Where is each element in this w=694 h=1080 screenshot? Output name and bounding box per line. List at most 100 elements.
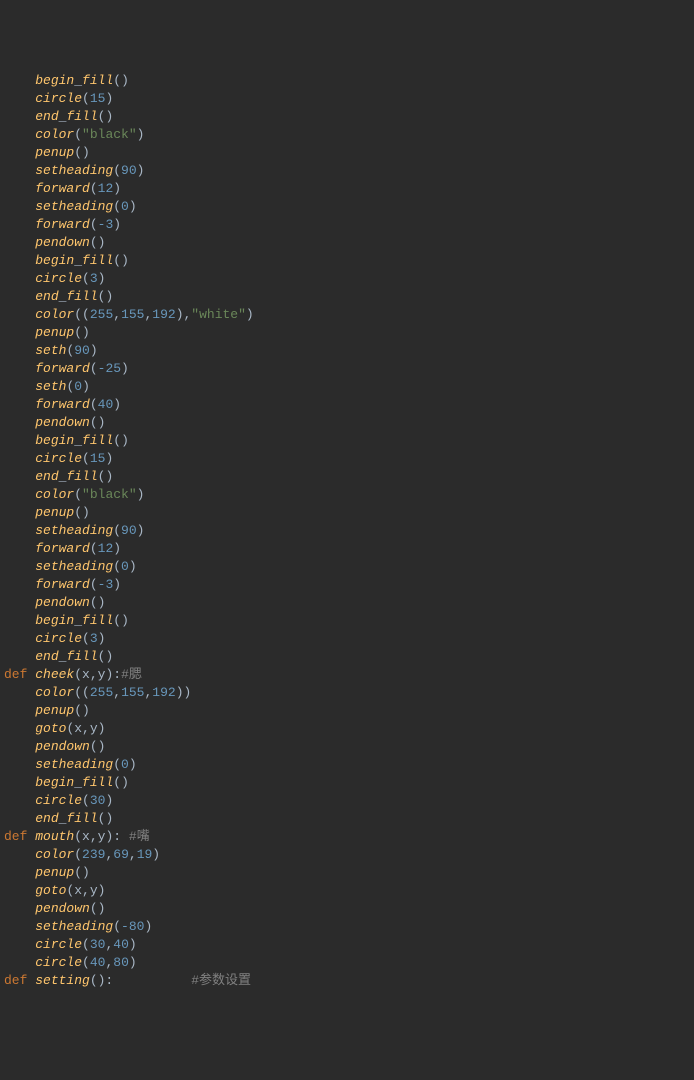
token-fn: begin xyxy=(35,73,74,88)
code-line[interactable]: forward(40) xyxy=(4,396,694,414)
code-line[interactable]: forward(-3) xyxy=(4,216,694,234)
token-punct: _ xyxy=(74,775,82,790)
code-line[interactable]: end_fill() xyxy=(4,648,694,666)
token-punct: ) xyxy=(152,847,160,862)
code-line[interactable]: penup() xyxy=(4,504,694,522)
code-line[interactable]: begin_fill() xyxy=(4,252,694,270)
code-line[interactable]: end_fill() xyxy=(4,810,694,828)
token-punct: () xyxy=(98,811,114,826)
token-num: 30 xyxy=(90,793,106,808)
token-num: -3 xyxy=(98,217,114,232)
code-line[interactable]: pendown() xyxy=(4,900,694,918)
token-num: 40 xyxy=(98,397,114,412)
code-line[interactable]: forward(12) xyxy=(4,180,694,198)
code-line[interactable]: goto(x,y) xyxy=(4,720,694,738)
code-line[interactable]: end_fill() xyxy=(4,468,694,486)
token-num: -80 xyxy=(121,919,144,934)
token-fn: forward xyxy=(35,577,90,592)
code-line[interactable]: penup() xyxy=(4,864,694,882)
code-line[interactable]: setheading(90) xyxy=(4,162,694,180)
token-param: x xyxy=(82,829,90,844)
code-line[interactable]: color((255,155,192),"white") xyxy=(4,306,694,324)
token-punct: ( xyxy=(74,667,82,682)
code-line[interactable]: forward(-25) xyxy=(4,360,694,378)
code-line[interactable]: def mouth(x,y): #嘴 xyxy=(4,828,694,846)
token-punct: () xyxy=(113,73,129,88)
token-str: "black" xyxy=(82,487,137,502)
code-line[interactable]: forward(-3) xyxy=(4,576,694,594)
code-line[interactable]: seth(0) xyxy=(4,378,694,396)
code-line[interactable]: pendown() xyxy=(4,594,694,612)
code-line[interactable]: circle(40,80) xyxy=(4,954,694,972)
token-fn: mouth xyxy=(35,829,74,844)
code-line[interactable]: pendown() xyxy=(4,738,694,756)
token-fn: color xyxy=(35,307,74,322)
token-punct: () xyxy=(98,289,114,304)
code-line[interactable]: begin_fill() xyxy=(4,72,694,90)
token-punct: ( xyxy=(74,829,82,844)
code-line[interactable]: penup() xyxy=(4,324,694,342)
code-line[interactable]: circle(3) xyxy=(4,630,694,648)
token-num: 0 xyxy=(121,559,129,574)
token-fn: end xyxy=(35,109,58,124)
code-line[interactable]: color((255,155,192)) xyxy=(4,684,694,702)
code-line[interactable]: setheading(0) xyxy=(4,756,694,774)
token-punct: (( xyxy=(74,685,90,700)
token-num: 0 xyxy=(74,379,82,394)
token-punct: ( xyxy=(82,955,90,970)
code-line[interactable]: seth(90) xyxy=(4,342,694,360)
token-punct: ) xyxy=(90,343,98,358)
token-punct: () xyxy=(113,613,129,628)
code-line[interactable]: circle(30,40) xyxy=(4,936,694,954)
code-line[interactable]: def setting(): #参数设置 xyxy=(4,972,694,990)
token-comment: #参数设置 xyxy=(191,973,251,988)
code-line[interactable]: setheading(0) xyxy=(4,198,694,216)
token-punct: ) xyxy=(82,379,90,394)
code-line[interactable]: pendown() xyxy=(4,414,694,432)
code-line[interactable]: pendown() xyxy=(4,234,694,252)
token-punct: (( xyxy=(74,307,90,322)
token-fn: end xyxy=(35,469,58,484)
code-line[interactable]: circle(15) xyxy=(4,90,694,108)
token-fn: circle xyxy=(35,955,82,970)
code-line[interactable]: circle(3) xyxy=(4,270,694,288)
token-punct: ( xyxy=(90,397,98,412)
token-num: 192 xyxy=(152,685,175,700)
token-num: 69 xyxy=(113,847,129,862)
token-fn: fill xyxy=(82,253,113,268)
token-fn: fill xyxy=(82,613,113,628)
token-punct: ) xyxy=(129,199,137,214)
code-line[interactable]: def cheek(x,y):#腮 xyxy=(4,666,694,684)
code-editor[interactable]: begin_fill() circle(15) end_fill() color… xyxy=(4,72,694,990)
code-line[interactable]: color("black") xyxy=(4,486,694,504)
code-line[interactable]: color(239,69,19) xyxy=(4,846,694,864)
code-line[interactable]: setheading(90) xyxy=(4,522,694,540)
token-num: 90 xyxy=(74,343,90,358)
code-line[interactable]: circle(15) xyxy=(4,450,694,468)
code-line[interactable]: goto(x,y) xyxy=(4,882,694,900)
code-line[interactable]: end_fill() xyxy=(4,288,694,306)
token-punct: ( xyxy=(74,127,82,142)
token-num: 155 xyxy=(121,307,144,322)
token-num: 40 xyxy=(90,955,106,970)
code-line[interactable]: begin_fill() xyxy=(4,612,694,630)
code-line[interactable]: begin_fill() xyxy=(4,432,694,450)
code-line[interactable]: setheading(0) xyxy=(4,558,694,576)
token-num: -25 xyxy=(98,361,121,376)
token-fn: begin xyxy=(35,613,74,628)
token-punct: () xyxy=(90,595,106,610)
code-line[interactable]: penup() xyxy=(4,144,694,162)
token-punct: ( xyxy=(113,559,121,574)
code-line[interactable]: setheading(-80) xyxy=(4,918,694,936)
token-fn: seth xyxy=(35,343,66,358)
code-line[interactable]: end_fill() xyxy=(4,108,694,126)
code-line[interactable]: forward(12) xyxy=(4,540,694,558)
code-line[interactable]: color("black") xyxy=(4,126,694,144)
code-line[interactable]: begin_fill() xyxy=(4,774,694,792)
code-line[interactable]: circle(30) xyxy=(4,792,694,810)
token-punct: ) xyxy=(129,559,137,574)
token-comment: #嘴 xyxy=(129,829,150,844)
token-fn: penup xyxy=(35,505,74,520)
code-line[interactable]: penup() xyxy=(4,702,694,720)
token-comment: #腮 xyxy=(121,667,142,682)
